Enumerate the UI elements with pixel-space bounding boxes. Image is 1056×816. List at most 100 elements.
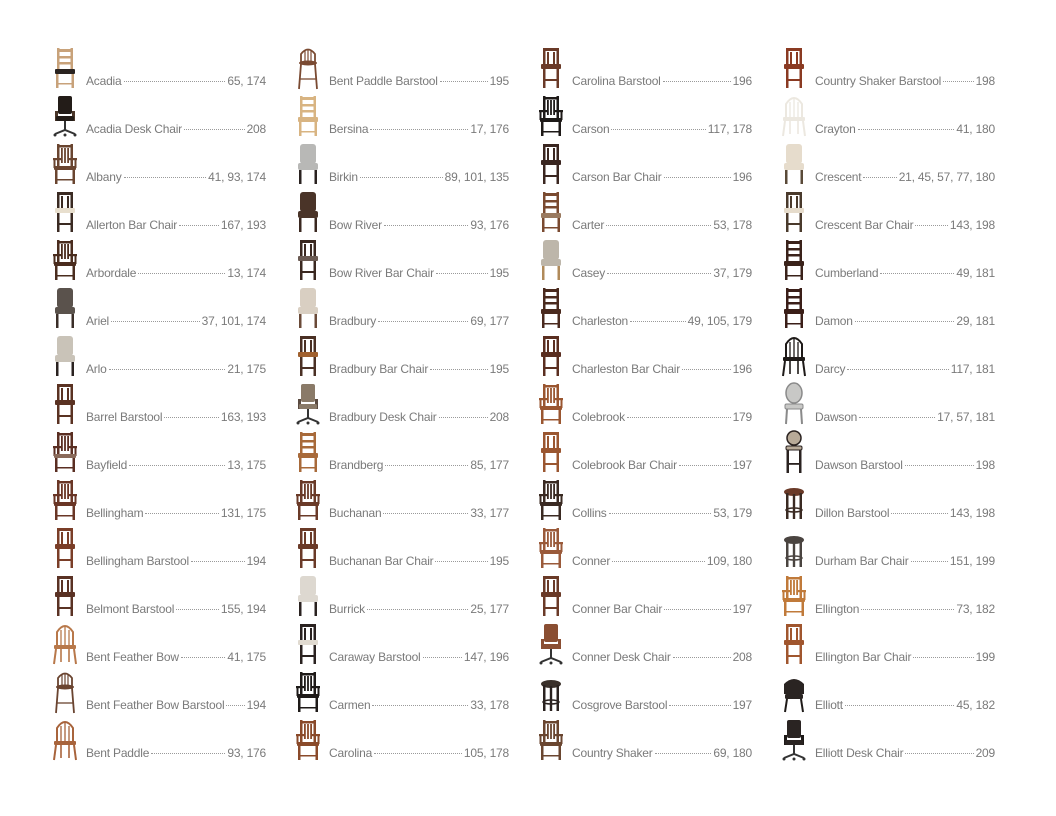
barstool-icon xyxy=(536,430,566,474)
desk-chair-icon xyxy=(536,622,566,666)
index-entry: Conner Desk Chair 208 xyxy=(536,622,779,670)
entry-line: Carolina Barstool 196 xyxy=(572,74,752,88)
index-entry: Carolina Barstool 196 xyxy=(536,46,779,94)
product-name: Bent Feather Bow xyxy=(86,650,179,664)
product-name: Carolina xyxy=(329,746,373,760)
dot-leader xyxy=(626,417,731,418)
product-name: Bayfield xyxy=(86,458,128,472)
entry-line: Charleston 49, 105, 179 xyxy=(572,314,752,328)
page-numbers: 155, 194 xyxy=(220,602,266,616)
dot-leader xyxy=(190,561,245,562)
dot-leader xyxy=(359,177,443,178)
dot-leader xyxy=(164,417,219,418)
page-numbers: 49, 181 xyxy=(956,266,995,280)
barstool-icon xyxy=(293,622,323,666)
arm-chair-icon xyxy=(536,526,566,570)
index-entry: Dawson Barstool 198 xyxy=(779,430,1022,478)
captain-chair-icon xyxy=(779,670,809,714)
dot-leader xyxy=(612,561,705,562)
side-chair-icon xyxy=(293,94,323,138)
index-entry: Dawson 17, 57, 181 xyxy=(779,382,1022,430)
arm-chair-icon xyxy=(779,574,809,618)
page-numbers: 199 xyxy=(975,650,996,664)
index-entry: Bow River 93, 176 xyxy=(293,190,536,238)
entry-line: Belmont Barstool 155, 194 xyxy=(86,602,266,616)
dot-leader xyxy=(430,369,488,370)
round-stool-icon xyxy=(536,670,566,714)
dot-leader xyxy=(366,609,469,610)
barstool-icon xyxy=(50,574,80,618)
index-entry: Bradbury 69, 177 xyxy=(293,286,536,334)
index-entry: Arlo 21, 175 xyxy=(50,334,293,382)
page-numbers: 17, 176 xyxy=(470,122,509,136)
page-numbers: 194 xyxy=(246,698,267,712)
index-entry: Acadia Desk Chair 208 xyxy=(50,94,293,142)
arm-chair-icon xyxy=(293,670,323,714)
index-entry: Buchanan 33, 177 xyxy=(293,478,536,526)
index-entry: Conner Bar Chair 197 xyxy=(536,574,779,622)
product-name: Country Shaker Barstool xyxy=(815,74,942,88)
entry-line: Crescent Bar Chair 143, 198 xyxy=(815,218,995,232)
index-entry: Casey 37, 179 xyxy=(536,238,779,286)
dot-leader xyxy=(654,753,712,754)
entry-line: Bradbury 69, 177 xyxy=(329,314,509,328)
product-name: Caraway Barstool xyxy=(329,650,421,664)
page-numbers: 37, 101, 174 xyxy=(201,314,267,328)
entry-line: Crayton 41, 180 xyxy=(815,122,995,136)
page-numbers: 33, 177 xyxy=(470,506,509,520)
entry-line: Colebrook 179 xyxy=(572,410,752,424)
index-entry: Bersina 17, 176 xyxy=(293,94,536,142)
dot-leader xyxy=(180,657,226,658)
round-stool-icon xyxy=(779,478,809,522)
side-chair-icon xyxy=(536,190,566,234)
page-numbers: 195 xyxy=(489,362,510,376)
index-entry: Caraway Barstool 147, 196 xyxy=(293,622,536,670)
arm-chair-icon xyxy=(50,478,80,522)
chair-index: Acadia 65, 174 Acadia Desk Chair 208 Alb… xyxy=(50,46,1022,766)
dot-leader xyxy=(435,561,488,562)
dot-leader xyxy=(913,657,974,658)
windsor-chair-icon xyxy=(50,622,80,666)
product-name: Crescent Bar Chair xyxy=(815,218,914,232)
product-name: Bersina xyxy=(329,122,369,136)
index-entry: Darcy 117, 181 xyxy=(779,334,1022,382)
product-name: Bent Feather Bow Barstool xyxy=(86,698,225,712)
arm-chair-icon xyxy=(50,142,80,186)
dot-leader xyxy=(123,81,226,82)
entry-line: Carson 117, 178 xyxy=(572,122,752,136)
side-chair-icon xyxy=(50,46,80,90)
dot-leader xyxy=(854,321,955,322)
index-entry: Ellington Bar Chair 199 xyxy=(779,622,1022,670)
entry-line: Crescent 21, 45, 57, 77, 180 xyxy=(815,170,995,184)
page-numbers: 194 xyxy=(246,554,267,568)
product-name: Conner xyxy=(572,554,611,568)
arm-chair-icon xyxy=(536,478,566,522)
entry-line: Arbordale 13, 174 xyxy=(86,266,266,280)
dot-leader xyxy=(378,321,469,322)
arm-chair-icon xyxy=(50,430,80,474)
upholstered-chair-icon xyxy=(293,286,323,330)
dot-leader xyxy=(606,225,712,226)
entry-line: Dawson Barstool 198 xyxy=(815,458,995,472)
dot-leader xyxy=(607,273,712,274)
index-entry: Bayfield 13, 175 xyxy=(50,430,293,478)
dot-leader xyxy=(915,225,948,226)
entry-line: Barrel Barstool 163, 193 xyxy=(86,410,266,424)
entry-line: Ellington 73, 182 xyxy=(815,602,995,616)
barstool-icon xyxy=(779,46,809,90)
product-name: Ellington xyxy=(815,602,860,616)
page-numbers: 197 xyxy=(732,458,753,472)
entry-line: Bent Paddle 93, 176 xyxy=(86,746,266,760)
dot-leader xyxy=(226,705,245,706)
page-numbers: 13, 174 xyxy=(227,266,266,280)
barstool-icon xyxy=(536,142,566,186)
entry-line: Dillon Barstool 143, 198 xyxy=(815,506,995,520)
dot-leader xyxy=(372,705,469,706)
dot-leader xyxy=(179,225,219,226)
index-entry: Belmont Barstool 155, 194 xyxy=(50,574,293,622)
product-name: Birkin xyxy=(329,170,358,184)
index-entry: Cosgrove Barstool 197 xyxy=(536,670,779,718)
upholstered-chair-icon xyxy=(779,142,809,186)
dot-leader xyxy=(145,513,219,514)
entry-line: Elliott 45, 182 xyxy=(815,698,995,712)
